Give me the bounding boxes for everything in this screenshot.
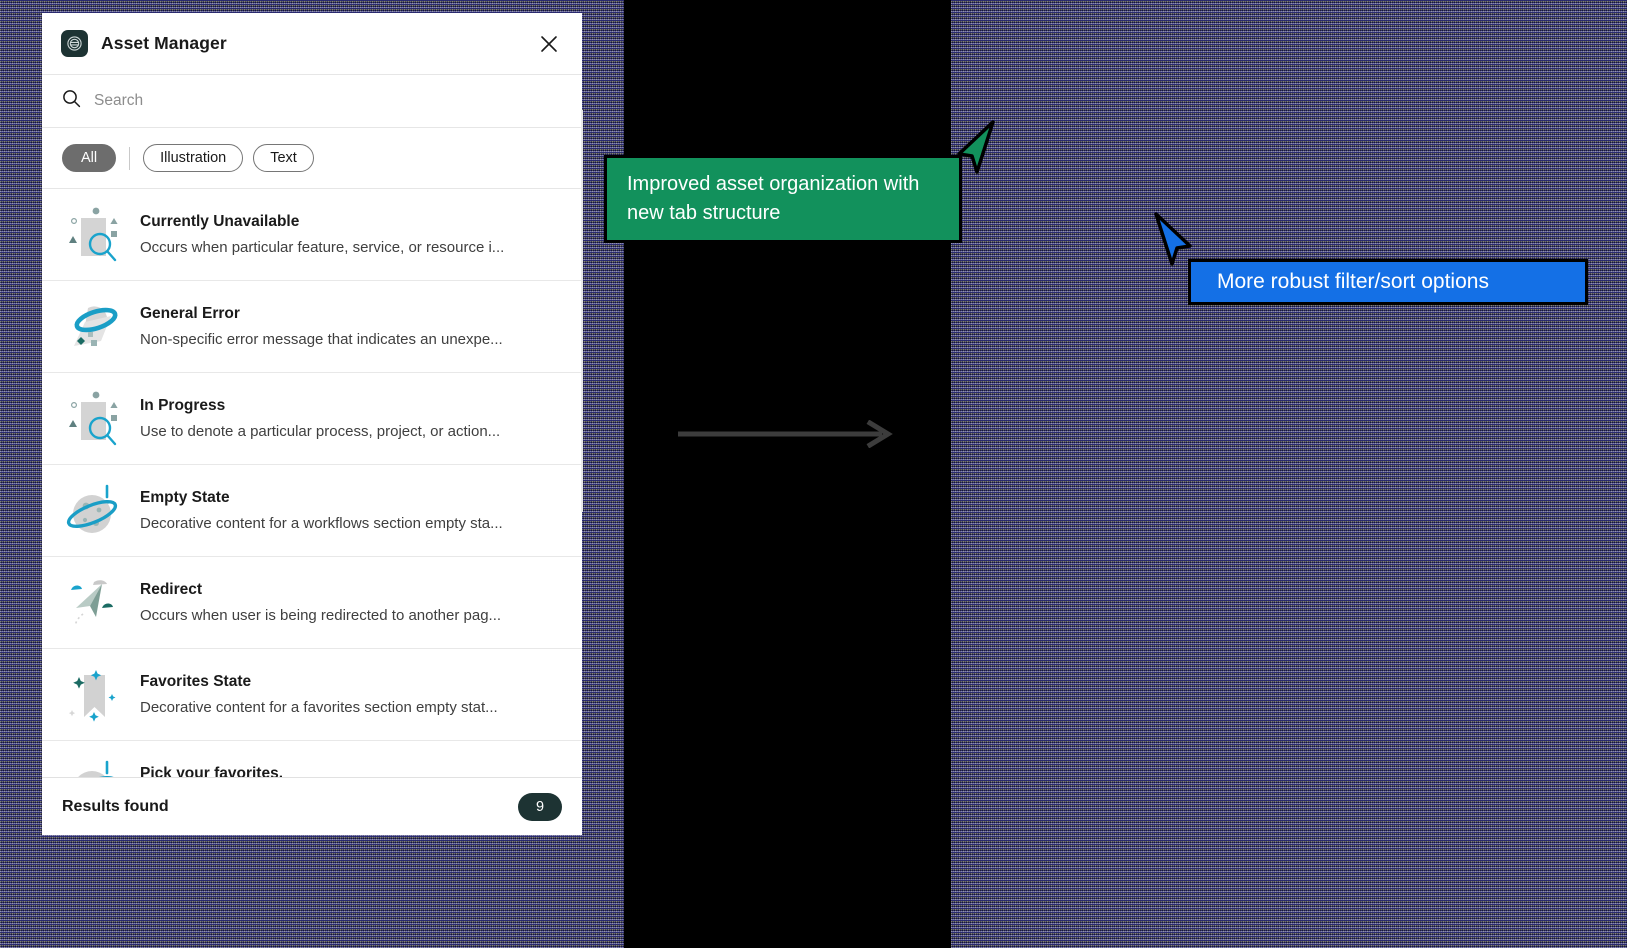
before-panel-frame: Asset Manager All — [0, 0, 624, 948]
close-icon[interactable] — [536, 31, 562, 57]
asset-item-title: In Progress — [140, 397, 226, 414]
asset-item-title: Currently Unavailable — [140, 213, 300, 230]
asset-item-text: Redirect Occurs when user is being redire… — [140, 581, 562, 624]
asset-list-item[interactable]: General Error Non-specific error message … — [42, 281, 582, 373]
results-count-badge: 9 — [518, 792, 562, 821]
transition-arrow-icon — [676, 419, 896, 453]
modal-header: Asset Manager — [42, 13, 582, 75]
asset-item-description: Occurs when particular feature, service,… — [140, 239, 505, 256]
asset-item-text: Favorites State Decorative content for a … — [140, 673, 562, 716]
filter-chips: All Illustration Text — [42, 128, 582, 189]
asset-item-description: Use to denote a particular process, proj… — [140, 423, 501, 440]
search-icon — [62, 89, 81, 113]
asset-list-item[interactable]: Currently Unavailable Occurs when particu… — [42, 189, 582, 281]
asset-item-text: Currently Unavailable Occurs when particu… — [140, 213, 562, 256]
document-search-illustration-icon — [62, 204, 132, 266]
search-input[interactable] — [94, 92, 562, 110]
annotation-blue-text: More robust filter/sort options — [1217, 269, 1489, 293]
search-bar[interactable] — [42, 75, 582, 128]
asset-list-item[interactable]: Favorites State Decorative content for a … — [42, 649, 582, 741]
list-scrollbar[interactable] — [581, 110, 583, 512]
asset-item-title: Pick your favorites. — [140, 765, 284, 777]
asset-manager-modal-before: Asset Manager All — [42, 13, 582, 835]
asset-item-description: Decorative content for a favorites secti… — [140, 699, 498, 716]
asset-item-title: Favorites State — [140, 673, 252, 690]
results-footer: Results found 9 — [42, 777, 582, 835]
after-panel-frame: Asset Manager Illustration Text — [951, 0, 1627, 948]
chip-divider — [129, 146, 131, 170]
asset-item-title: Empty State — [140, 489, 230, 506]
asset-item-description: Decorative content for a workflows secti… — [140, 515, 503, 532]
asset-item-title: General Error — [140, 305, 240, 322]
document-search-illustration-icon — [62, 388, 132, 450]
asset-item-title: Redirect — [140, 581, 203, 598]
annotation-blue-cursor-icon — [1150, 212, 1196, 277]
chip-all[interactable]: All — [62, 144, 117, 172]
annotation-blue-callout: More robust filter/sort options — [1188, 259, 1588, 305]
paper-plane-illustration-icon — [62, 572, 132, 634]
page-title: Asset Manager — [101, 33, 227, 53]
asset-item-text: General Error Non-specific error message … — [140, 305, 562, 348]
asset-list-item[interactable]: In Progress Use to denote a particular pr… — [42, 373, 582, 465]
annotation-green-callout: Improved asset organization with new tab… — [604, 155, 962, 243]
asset-item-description: Non-specific error message that indicate… — [140, 331, 503, 348]
screenshot-root: Asset Manager All — [0, 0, 1627, 948]
annotation-green-cursor-icon — [955, 120, 1001, 185]
planet-illustration-icon — [62, 480, 132, 542]
frame-noise-border — [951, 0, 1627, 948]
asset-item-description: Occurs when user is being redirected to … — [140, 607, 502, 624]
bookmark-illustration-icon — [62, 664, 132, 726]
asset-item-text: Empty State Decorative content for a work… — [140, 489, 562, 532]
asset-manager-logo-icon — [61, 30, 88, 57]
annotation-green-text: Improved asset organization with new tab… — [627, 173, 920, 224]
chip-text[interactable]: Text — [253, 144, 314, 172]
results-found-label: Results found — [62, 797, 169, 815]
asset-list-before[interactable]: Currently Unavailable Occurs when particu… — [42, 189, 582, 777]
asset-item-text: Pick your favorites.Favorites empty stat… — [140, 765, 562, 777]
planet-illustration-icon — [62, 756, 132, 777]
asset-list-item[interactable]: Redirect Occurs when user is being redire… — [42, 557, 582, 649]
asset-list-item[interactable]: Empty State Decorative content for a work… — [42, 465, 582, 557]
asset-item-text: In Progress Use to denote a particular pr… — [140, 397, 562, 440]
chip-illustration[interactable]: Illustration — [143, 144, 244, 172]
asset-list-item[interactable]: Pick your favorites.Favorites empty stat… — [42, 741, 582, 777]
ufo-illustration-icon — [62, 296, 132, 358]
